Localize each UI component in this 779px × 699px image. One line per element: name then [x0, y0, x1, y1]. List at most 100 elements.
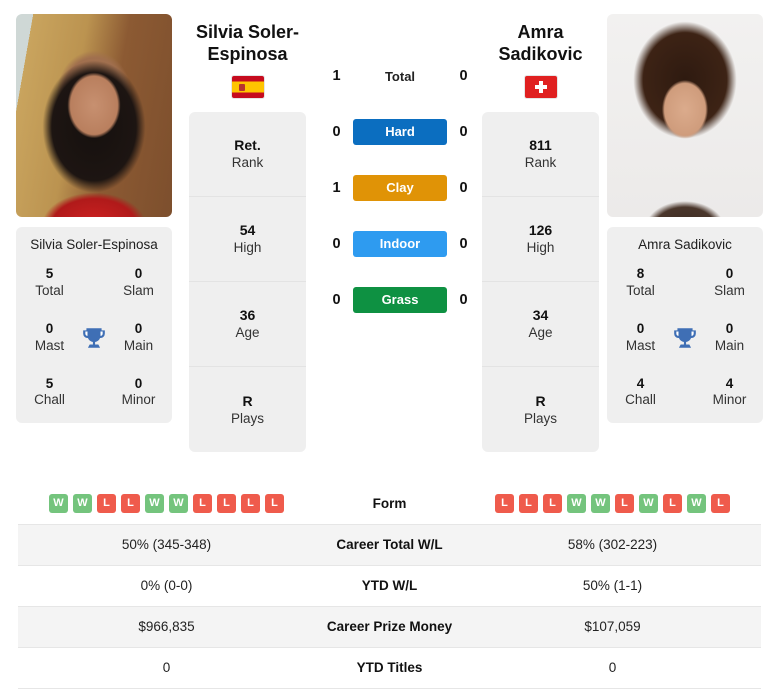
head-to-head-column: 1 Total 0 0 Hard 0 1 Clay 0 0 Indoor 0 0… [320, 0, 480, 328]
table-row: 0% (0-0) YTD W/L 50% (1-1) [18, 565, 761, 607]
form-cell-right: LLLWWLWLWL [464, 483, 761, 525]
table-row: $966,835 Career Prize Money $107,059 [18, 606, 761, 648]
left-titles-main: 0 Main [111, 321, 166, 355]
left-info-rank: Ret. Rank [189, 112, 306, 197]
right-titles-chall: 4 Chall [613, 376, 668, 410]
left-titles-slam: 0 Slam [111, 266, 166, 300]
left-titles-total-label: Total [35, 282, 64, 298]
right-form-chip-4[interactable]: W [591, 493, 610, 513]
h2h-hard-badge[interactable]: Hard [353, 119, 447, 145]
left-flag-wrap [189, 75, 306, 98]
right-form-chip-5[interactable]: L [615, 493, 634, 513]
right-form-strip: LLLWWLWLWL [465, 493, 760, 513]
h2h-grass-badge[interactable]: Grass [353, 287, 447, 313]
right-info-age: 34 Age [482, 282, 599, 367]
row-label-ytd-wl: YTD W/L [315, 565, 464, 607]
career-total-wl-left: 50% (345-348) [18, 524, 315, 566]
left-player-photo[interactable] [16, 14, 172, 217]
player-comparison-header: Silvia Soler-Espinosa 5 Total 0 Slam 0 M… [0, 0, 779, 470]
left-titles-chall-value: 5 [45, 375, 54, 391]
form-cell-left: WWLLWWLLLL [18, 483, 315, 525]
right-info-rank-value: 811 [529, 137, 552, 154]
row-label-career-prize-money: Career Prize Money [315, 606, 464, 648]
table-row: WWLLWWLLLL Form LLLWWLWLWL [18, 483, 761, 525]
left-player-titles-card: Silvia Soler-Espinosa 5 Total 0 Slam 0 M… [16, 227, 172, 424]
right-info-age-label: Age [528, 325, 553, 341]
left-form-chip-5[interactable]: W [169, 493, 188, 513]
left-titles-slam-label: Slam [123, 282, 154, 298]
right-player-name[interactable]: Amra Sadikovic [482, 0, 599, 66]
right-info-high-value: 126 [528, 222, 553, 239]
h2h-indoor-badge[interactable]: Indoor [353, 231, 447, 257]
h2h-row-total: 1 Total 0 [320, 48, 480, 104]
left-player-name[interactable]: Silvia Soler- Espinosa [189, 0, 306, 66]
h2h-indoor-left: 0 [332, 236, 341, 252]
left-player-name-line1: Silvia Soler- [195, 22, 300, 42]
table-row: 0 YTD Titles 0 [18, 647, 761, 689]
right-titles-main-label: Main [714, 337, 745, 353]
trophy-icon [674, 327, 696, 348]
h2h-hard-left: 0 [332, 124, 341, 140]
right-titles-total-label: Total [626, 282, 655, 298]
left-info-rank-value: Ret. [234, 137, 261, 154]
right-flag-wrap [482, 75, 599, 98]
left-form-chip-3[interactable]: L [121, 493, 140, 513]
h2h-hard-right: 0 [459, 124, 468, 140]
right-form-chip-7[interactable]: L [663, 493, 682, 513]
left-titles-slam-value: 0 [134, 266, 143, 281]
left-info-age: 36 Age [189, 282, 306, 367]
career-prize-money-right: $107,059 [464, 606, 761, 648]
left-titles-chall-label: Chall [34, 392, 65, 408]
table-row: 50% (345-348) Career Total W/L 58% (302-… [18, 524, 761, 566]
left-info-plays-label: Plays [230, 410, 264, 426]
left-titles-chall: 5 Chall [22, 376, 77, 410]
left-titles-mast-label: Mast [34, 337, 65, 353]
right-trophy-icon-wrap [668, 325, 702, 351]
left-form-strip: WWLLWWLLLL [19, 493, 314, 513]
right-titles-slam-value: 0 [725, 266, 734, 281]
left-form-chip-7[interactable]: L [217, 493, 236, 513]
left-titles-total: 5 Total [22, 266, 77, 300]
left-player-column: Silvia Soler-Espinosa 5 Total 0 Slam 0 M… [16, 14, 172, 424]
row-label-career-total-wl: Career Total W/L [315, 524, 464, 566]
right-form-chip-8[interactable]: W [687, 493, 706, 513]
left-titles-mast-value: 0 [45, 320, 54, 336]
left-form-chip-8[interactable]: L [241, 493, 260, 513]
right-info-high-label: High [526, 240, 555, 256]
left-form-chip-6[interactable]: L [193, 493, 212, 513]
comparison-table: WWLLWWLLLL Form LLLWWLWLWL 50% (345-348)… [18, 483, 761, 689]
h2h-total-left: 1 [332, 68, 341, 84]
h2h-row-clay: 1 Clay 0 [320, 160, 480, 216]
left-form-chip-4[interactable]: W [145, 493, 164, 513]
left-titles-mast: 0 Mast [22, 321, 77, 355]
left-form-chip-0[interactable]: W [49, 493, 68, 513]
left-info-age-value: 36 [239, 307, 256, 324]
left-player-card-name: Silvia Soler-Espinosa [30, 237, 158, 252]
right-info-rank-label: Rank [524, 155, 557, 171]
ytd-wl-right: 50% (1-1) [464, 565, 761, 607]
left-form-chip-9[interactable]: L [265, 493, 284, 513]
left-info-high-label: High [233, 240, 262, 256]
left-form-chip-2[interactable]: L [97, 493, 116, 513]
right-info-age-value: 34 [532, 307, 549, 324]
h2h-clay-right: 0 [459, 180, 468, 196]
trophy-icon [83, 327, 105, 348]
h2h-row-grass: 0 Grass 0 [320, 272, 480, 328]
right-titles-slam: 0 Slam [702, 266, 757, 300]
right-form-chip-3[interactable]: W [567, 493, 586, 513]
right-titles-minor-value: 4 [725, 375, 734, 391]
right-form-chip-9[interactable]: L [711, 493, 730, 513]
right-form-chip-6[interactable]: W [639, 493, 658, 513]
right-info-plays-value: R [535, 392, 546, 409]
right-titles-slam-label: Slam [714, 282, 745, 298]
right-form-chip-1[interactable]: L [519, 493, 538, 513]
right-form-chip-2[interactable]: L [543, 493, 562, 513]
h2h-total-right: 0 [459, 68, 468, 84]
ytd-wl-left: 0% (0-0) [18, 565, 315, 607]
right-player-photo[interactable] [607, 14, 763, 217]
right-player-name-line2: Sadikovic [498, 43, 583, 64]
h2h-clay-badge[interactable]: Clay [353, 175, 447, 201]
right-player-card-name: Amra Sadikovic [638, 237, 732, 252]
right-form-chip-0[interactable]: L [495, 493, 514, 513]
left-form-chip-1[interactable]: W [73, 493, 92, 513]
